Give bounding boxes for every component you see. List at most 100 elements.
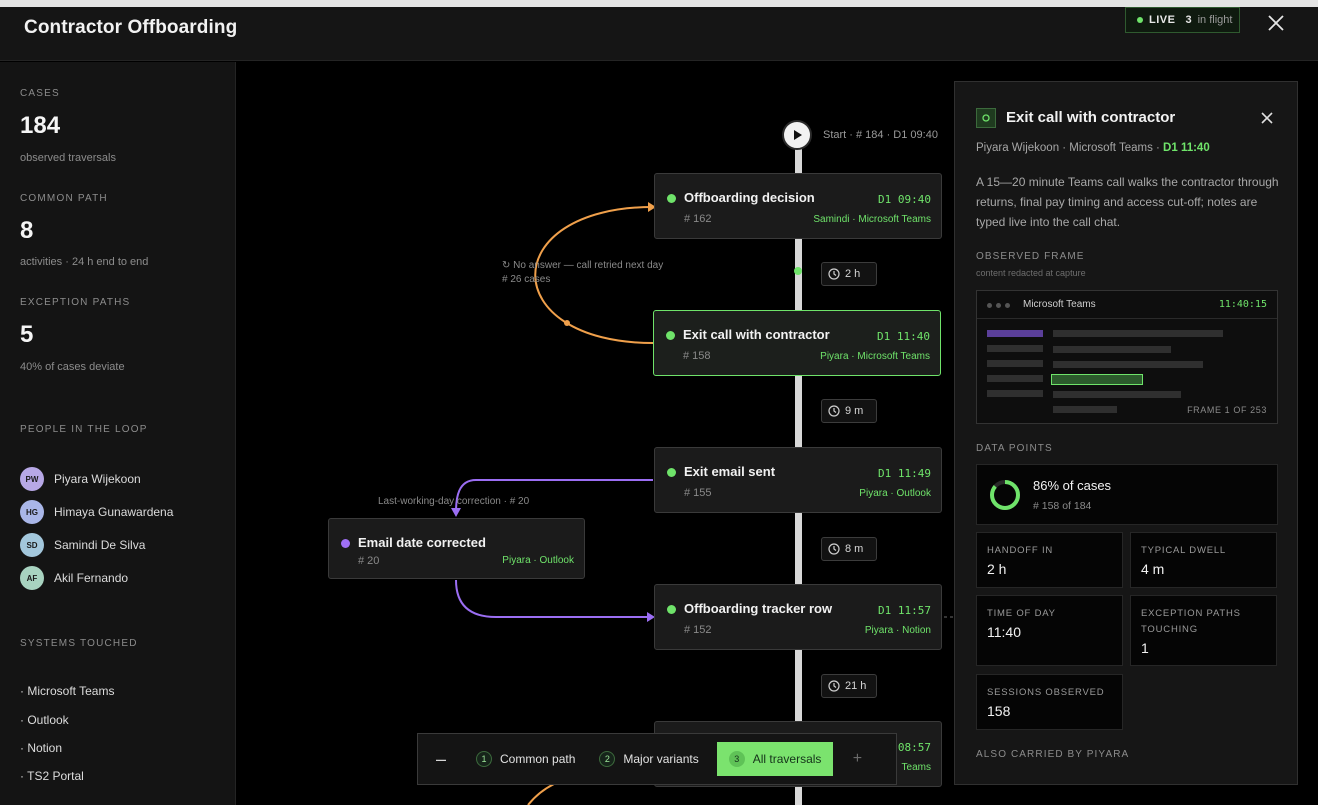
exception-paths-sub: 40% of cases deviate — [20, 361, 125, 373]
variant-common-path[interactable]: 1 Common path — [464, 742, 587, 776]
stat-value: 1 — [1141, 640, 1149, 656]
process-map-canvas[interactable]: Start · # 184 · D1 09:40 Offboarding dec… — [236, 62, 954, 805]
start-label: Start · # 184 · D1 09:40 — [823, 129, 938, 141]
close-panel-icon[interactable] — [1257, 108, 1277, 128]
observed-frame-preview[interactable]: Microsoft Teams 11:40:15 FRAME 1 OF 253 — [976, 290, 1278, 424]
duration-value: 8 m — [845, 543, 864, 555]
person-name: Piyara Wijekoon — [54, 472, 141, 486]
flow-marker — [794, 267, 802, 275]
node-meta: Teams — [901, 762, 931, 773]
duration-chip: 9 m — [821, 399, 877, 423]
activity-node[interactable]: Offboarding decision # 162 D1 09:40 Sami… — [654, 173, 942, 239]
case-share-card: 86% of cases # 158 of 184 — [976, 464, 1278, 525]
share-count: # 158 of 184 — [1033, 500, 1092, 512]
frame-note: content redacted at capture — [976, 268, 1086, 278]
variant-all-traversals[interactable]: 3 All traversals — [716, 742, 834, 776]
status-dot-icon — [667, 194, 676, 203]
node-count: # 158 — [683, 350, 711, 362]
system-item[interactable]: · Notion — [20, 741, 62, 755]
live-suffix: in flight — [1197, 14, 1233, 26]
start-play-button[interactable] — [782, 120, 812, 150]
person-name: Samindi De Silva — [54, 538, 146, 552]
redacted-bar — [1053, 391, 1181, 398]
retry-marker — [564, 320, 570, 326]
retry-annotation: ↻ No answer — call retried next day # 26… — [502, 259, 663, 287]
avatar: AF — [20, 566, 44, 590]
person-row[interactable]: AF Akil Fernando — [20, 566, 128, 590]
variant-major-variants[interactable]: 2 Major variants — [587, 742, 710, 776]
node-time: D1 11:40 — [877, 330, 930, 343]
observed-frame-label: OBSERVED FRAME — [976, 251, 1085, 262]
avatar: HG — [20, 500, 44, 524]
variant-number: 1 — [476, 751, 492, 767]
node-time: D1 11:57 — [878, 604, 931, 617]
status-dot-icon — [667, 468, 676, 477]
node-count: # 20 — [358, 555, 380, 567]
zoom-in-button[interactable]: + — [833, 750, 881, 768]
person-row[interactable]: HG Himaya Gunawardena — [20, 500, 173, 524]
duration-chip: 2 h — [821, 262, 877, 286]
status-dot-icon — [667, 605, 676, 614]
stat-value: 158 — [987, 703, 1011, 719]
node-meta: Piyara · Outlook — [859, 488, 931, 499]
page-title: Contractor Offboarding — [24, 17, 238, 38]
activity-node-selected[interactable]: Exit call with contractor # 158 D1 11:40… — [653, 310, 941, 376]
exception-paths-label: EXCEPTION PATHS — [20, 297, 131, 308]
panel-time: D1 11:40 — [1163, 142, 1210, 154]
person-row[interactable]: SD Samindi De Silva — [20, 533, 145, 557]
panel-description: A 15—20 minute Teams call walks the cont… — [976, 175, 1279, 229]
frame-header: Microsoft Teams 11:40:15 — [977, 291, 1277, 319]
stat-label: EXCEPTION PATHS TOUCHING — [1141, 608, 1241, 635]
variant-label: All traversals — [752, 752, 822, 766]
retry-note: No answer — call retried next day — [513, 260, 664, 271]
node-title: Offboarding tracker row — [684, 601, 833, 616]
common-path-value: 8 — [20, 217, 34, 244]
redacted-bar — [1053, 346, 1171, 353]
activity-node[interactable]: Exit email sent # 155 D1 11:49 Piyara · … — [654, 447, 942, 513]
zoom-out-button[interactable]: – — [418, 749, 464, 770]
node-time: 08:57 — [897, 741, 931, 754]
redacted-bar — [987, 390, 1043, 397]
stat-label: HANDOFF IN — [987, 545, 1054, 556]
progress-ring — [990, 480, 1020, 510]
duration-chip: 8 m — [821, 537, 877, 561]
system-item[interactable]: · Outlook — [20, 713, 69, 727]
person-row[interactable]: PW Piyara Wijekoon — [20, 467, 141, 491]
live-status-badge[interactable]: LIVE 3 in flight — [1125, 7, 1240, 33]
node-count: # 162 — [684, 213, 712, 225]
node-meta: Piyara · Notion — [864, 625, 931, 636]
window-dots-icon — [987, 303, 1010, 308]
system-item[interactable]: · Microsoft Teams — [20, 684, 114, 698]
variant-selector: – 1 Common path 2 Major variants 3 All t… — [417, 733, 897, 785]
activity-icon — [976, 108, 996, 128]
duration-value: 2 h — [845, 268, 861, 280]
variant-number: 3 — [728, 751, 745, 767]
close-icon[interactable] — [1264, 11, 1288, 35]
clock-icon — [828, 680, 840, 692]
panel-subtitle: Piyara Wijekoon · Microsoft Teams · D1 1… — [976, 142, 1210, 154]
clock-icon — [828, 543, 840, 555]
activity-node[interactable]: Offboarding tracker row # 152 D1 11:57 P… — [654, 584, 942, 650]
node-meta: Piyara · Outlook — [502, 555, 574, 566]
cases-value: 184 — [20, 112, 61, 139]
frame-count: FRAME 1 OF 253 — [1187, 405, 1267, 415]
common-path-sub: activities · 24 h end to end — [20, 256, 149, 268]
status-dot-icon — [666, 331, 675, 340]
panel-actor: Piyara Wijekoon · Microsoft Teams · — [976, 142, 1164, 154]
cases-label: CASES — [20, 88, 60, 99]
node-meta: Samindi · Microsoft Teams — [813, 214, 931, 225]
exception-node[interactable]: Email date corrected # 20 Piyara · Outlo… — [328, 518, 585, 579]
node-title: Exit email sent — [684, 464, 776, 479]
live-count: 3 — [1185, 14, 1192, 26]
duration-value: 9 m — [845, 405, 864, 417]
frame-app: Microsoft Teams — [1023, 299, 1096, 310]
retry-arc-lower — [527, 783, 555, 805]
retry-icon: ↻ — [502, 260, 514, 271]
top-bar: Contractor Offboarding LIVE 3 in flight — [0, 7, 1318, 61]
activity-detail-panel: Exit call with contractor Piyara Wijekoo… — [954, 81, 1298, 785]
node-time: D1 11:49 — [878, 467, 931, 480]
stats-sidebar: CASES 184 observed traversals COMMON PAT… — [0, 62, 236, 805]
stat-dwell: TYPICAL DWELL 4 m — [1130, 532, 1277, 588]
system-item[interactable]: · TS2 Portal — [20, 769, 84, 783]
node-title: Offboarding decision — [684, 190, 815, 205]
